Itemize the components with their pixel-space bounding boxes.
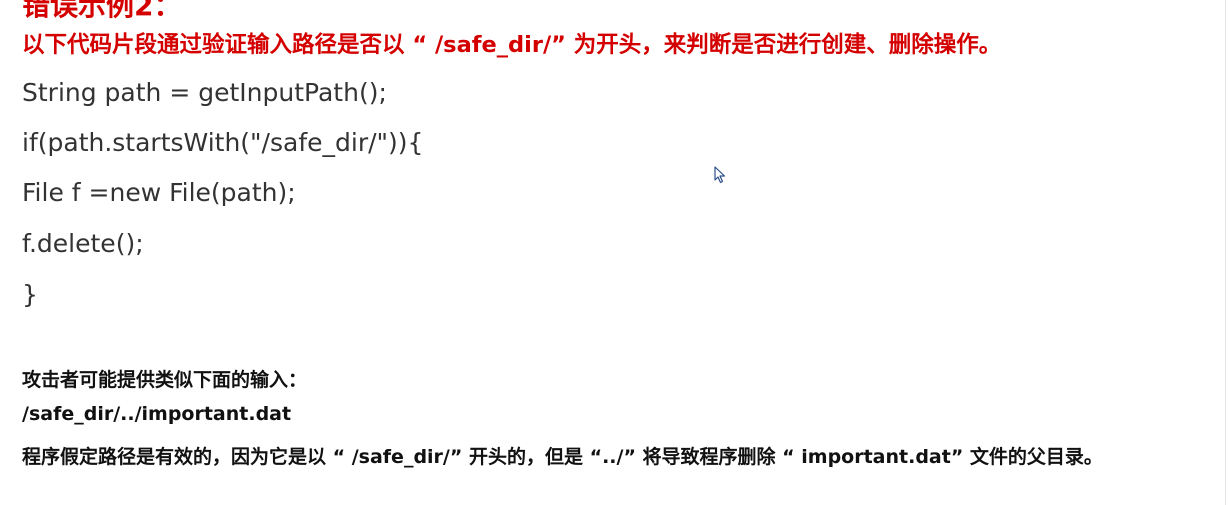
mouse-pointer-icon [714,166,726,184]
explanation-text: 程序假定路径是有效的，因为它是以 “ /safe_dir/” 开头的，但是 “.… [22,446,1103,468]
code-line-5: } [22,280,38,309]
code-line-4: f.delete(); [22,229,144,258]
slide-canvas: 错误示例2： 以下代码片段通过验证输入路径是否以 “ /safe_dir/” 为… [0,0,1230,505]
code-line-3: File f =new File(path); [22,178,296,207]
slide-edge-divider [1225,0,1226,505]
code-line-1: String path = getInputPath(); [22,78,387,107]
code-line-2: if(path.startsWith("/safe_dir/")){ [22,128,424,157]
attack-input-text: /safe_dir/../important.dat [22,403,292,425]
attack-intro-text: 攻击者可能提供类似下面的输入： [22,369,308,391]
section-heading-partial: 错误示例2： [22,0,182,22]
example-description-heading: 以下代码片段通过验证输入路径是否以 “ /safe_dir/” 为开头，来判断是… [22,32,1002,58]
